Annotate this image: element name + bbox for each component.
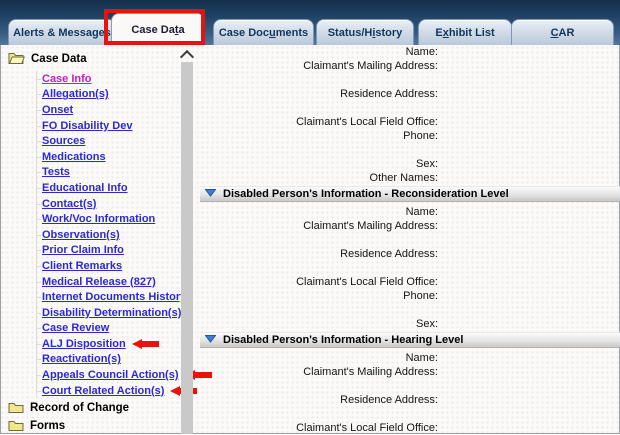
sidebar-item-prior-claim-info[interactable]: Prior Claim Info — [37, 243, 197, 259]
field-label: Name: — [200, 351, 438, 365]
sidebar-item-medications[interactable]: Medications — [37, 149, 197, 165]
tab-label: Exhibit List — [435, 27, 494, 39]
sidebar-tree: Case Data Case Info Allegation(s) Onset … — [0, 45, 197, 434]
sidebar-item-tests[interactable]: Tests — [37, 165, 197, 181]
annotation-arrow — [132, 339, 159, 349]
content-panel: Name: Claimant's Mailing Address: Reside… — [200, 45, 620, 434]
field-label: Sex: — [200, 157, 438, 171]
spacer-row — [200, 233, 438, 247]
field-label: Residence Address: — [200, 247, 438, 261]
tree-links: Case Info Allegation(s) Onset FO Disabil… — [36, 71, 197, 398]
sidebar-item-appeals-council-actions[interactable]: Appeals Council Action(s) — [37, 367, 197, 383]
field-label: Claimant's Local Field Office: — [200, 421, 438, 435]
collapse-triangle-icon[interactable] — [205, 334, 216, 346]
sidebar-item-client-remarks[interactable]: Client Remarks — [37, 258, 197, 274]
field-label: Residence Address: — [200, 87, 438, 101]
field-label: Claimant's Mailing Address: — [200, 59, 438, 73]
field-label: Claimant's Local Field Office: — [200, 275, 438, 289]
sidebar-item-work-voc-information[interactable]: Work/Voc Information — [37, 211, 197, 227]
sidebar-item-case-review[interactable]: Case Review — [37, 321, 197, 337]
sidebar-item-contacts[interactable]: Contact(s) — [37, 196, 197, 212]
spacer-row — [200, 73, 438, 87]
field-label: Phone: — [200, 129, 438, 143]
closed-folder-icon — [8, 419, 24, 434]
field-label: Claimant's Mailing Address: — [200, 365, 438, 379]
sidebar-item-sources[interactable]: Sources — [37, 133, 197, 149]
field-label: Other Names: — [200, 171, 438, 185]
sidebar-item-reactivations[interactable]: Reactivation(s) — [37, 352, 197, 368]
spacer-row — [200, 303, 438, 317]
section-reconsideration-level: Name: Claimant's Mailing Address: Reside… — [200, 202, 620, 331]
sidebar-item-disability-determinations[interactable]: Disability Determination(s) — [37, 305, 197, 321]
spacer-row — [200, 379, 438, 393]
section-current-level: Name: Claimant's Mailing Address: Reside… — [200, 45, 620, 185]
scrollbar-thumb[interactable] — [181, 62, 193, 434]
sidebar-item-observations[interactable]: Observation(s) — [37, 227, 197, 243]
field-label: Name: — [200, 205, 438, 219]
tab-label: CAR — [551, 27, 575, 39]
sidebar-item-fo-disability-dev[interactable]: FO Disability Dev — [37, 118, 197, 134]
tab-exhibit-list[interactable]: Exhibit List — [418, 19, 512, 45]
sidebar-item-case-info[interactable]: Case Info — [37, 71, 197, 87]
tab-case-documents[interactable]: Case Documents — [213, 19, 314, 45]
top-banner: Alerts & Messages Case Data Case Documen… — [0, 0, 620, 45]
tab-label: Status/History — [328, 27, 403, 39]
tab-status-history[interactable]: Status/History — [316, 19, 414, 45]
section-hearing-level: Name: Claimant's Mailing Address: Reside… — [200, 348, 620, 435]
field-label: Residence Address: — [200, 393, 438, 407]
tab-label: Case Data — [131, 24, 184, 36]
sidebar-folder-forms[interactable]: Forms — [0, 418, 197, 434]
spacer-row — [200, 407, 438, 421]
sidebar-item-court-related-actions[interactable]: Court Related Action(s) — [37, 383, 197, 399]
tree-root-label: Case Data — [31, 53, 87, 65]
section-header-hearing-level: Disabled Person's Information - Hearing … — [200, 332, 620, 348]
field-label: Sex: — [200, 317, 438, 331]
section-title: Disabled Person's Information - Hearing … — [223, 334, 463, 346]
sidebar-item-alj-disposition[interactable]: ALJ Disposition — [37, 336, 197, 352]
tab-label: Alerts & Messages — [13, 27, 111, 39]
field-label: Phone: — [200, 289, 438, 303]
field-label: Name: — [200, 45, 438, 59]
closed-folder-icon — [8, 401, 24, 416]
sidebar-item-medical-release-827[interactable]: Medical Release (827) — [37, 274, 197, 290]
section-header-reconsideration-level: Disabled Person's Information - Reconsid… — [200, 186, 620, 202]
folder-label: Record of Change — [30, 402, 129, 414]
sidebar-item-internet-documents-history[interactable]: Internet Documents History — [37, 289, 197, 305]
section-title: Disabled Person's Information - Reconsid… — [223, 188, 509, 200]
folder-label: Forms — [30, 420, 65, 432]
tab-case-data[interactable]: Case Data — [111, 13, 205, 45]
collapse-triangle-icon[interactable] — [205, 188, 216, 200]
tree-root-case-data[interactable]: Case Data — [0, 45, 197, 69]
app-window: Alerts & Messages Case Data Case Documen… — [0, 0, 620, 434]
spacer-row — [200, 143, 438, 157]
sidebar-item-onset[interactable]: Onset — [37, 102, 197, 118]
sidebar-folder-record-of-change[interactable]: Record of Change — [0, 400, 197, 416]
sidebar-item-educational-info[interactable]: Educational Info — [37, 180, 197, 196]
spacer-row — [200, 101, 438, 115]
tab-label: Case Documents — [219, 27, 308, 39]
sidebar-item-allegations[interactable]: Allegation(s) — [37, 87, 197, 103]
field-label: Claimant's Mailing Address: — [200, 219, 438, 233]
tab-alerts-messages[interactable]: Alerts & Messages — [8, 19, 116, 45]
tab-car[interactable]: CAR — [511, 19, 614, 45]
field-label: Claimant's Local Field Office: — [200, 115, 438, 129]
spacer-row — [200, 261, 438, 275]
open-folder-icon — [8, 51, 25, 67]
